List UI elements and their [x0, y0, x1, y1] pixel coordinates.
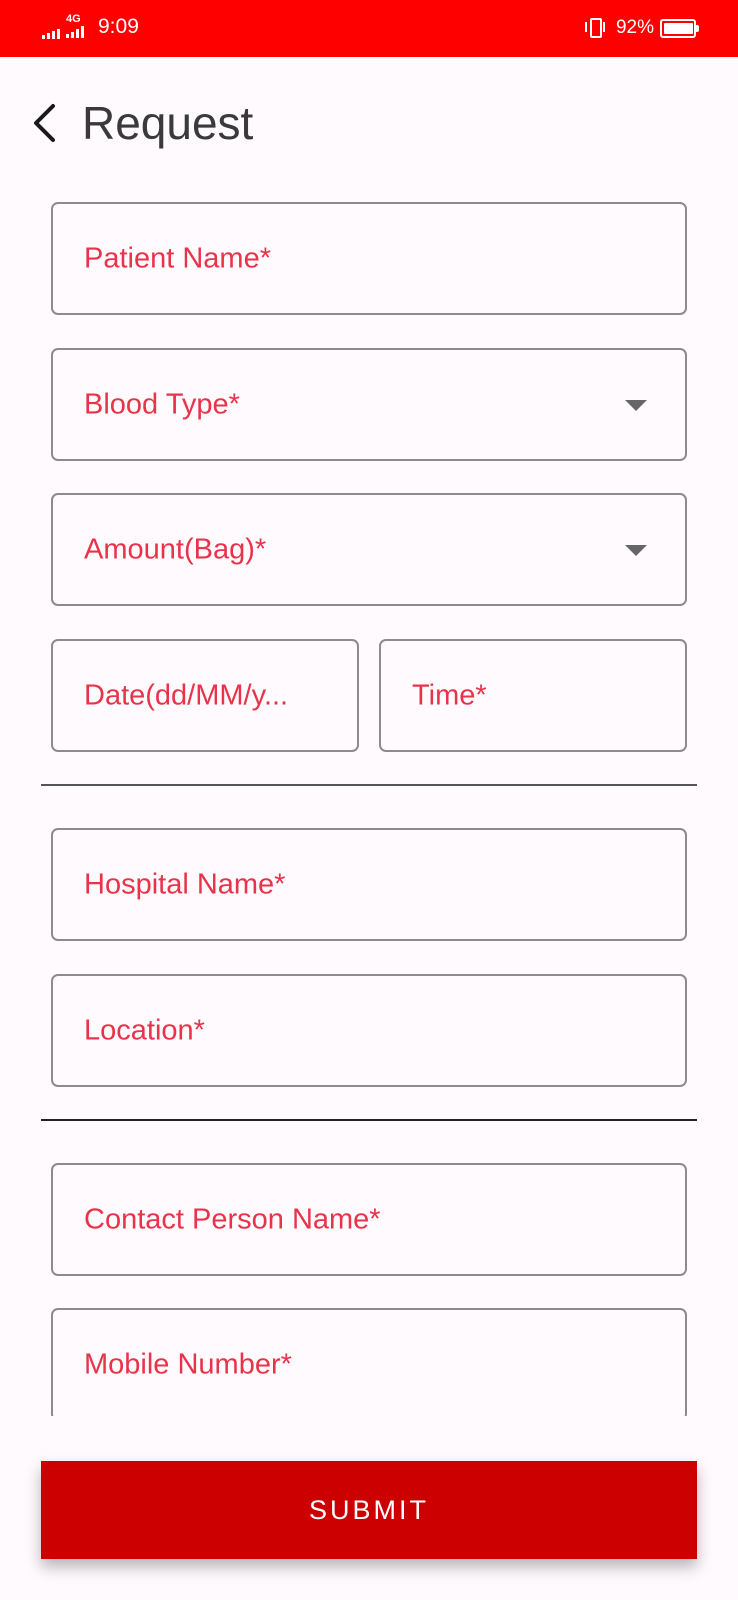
page-title: Request [82, 97, 254, 149]
blood-type-label: Blood Type* [84, 388, 240, 420]
dropdown-arrow-icon [625, 544, 647, 556]
status-bar: 4G 9:09 92% [0, 0, 738, 57]
status-right: 92% [582, 16, 699, 40]
status-left: 4G 9:09 [42, 14, 139, 40]
time-label: Time* [412, 679, 487, 711]
section-divider [41, 1119, 697, 1121]
vibrate-icon [582, 16, 608, 40]
patient-name-label: Patient Name* [84, 242, 271, 274]
battery-percent: 92% [615, 17, 654, 38]
signal-icon [42, 25, 60, 39]
location-field[interactable]: Location* [51, 974, 687, 1087]
battery-icon [660, 18, 699, 38]
patient-name-field[interactable]: Patient Name* [51, 202, 687, 315]
blood-type-select[interactable]: Blood Type* [51, 348, 687, 461]
chevron-left-icon [34, 104, 55, 142]
hospital-name-field[interactable]: Hospital Name* [51, 828, 687, 941]
dropdown-arrow-icon [625, 399, 647, 411]
network-type-label: 4G [66, 13, 81, 25]
location-label: Location* [84, 1014, 205, 1046]
amount-bag-label: Amount(Bag)* [84, 533, 267, 565]
submit-button[interactable]: SUBMIT [41, 1461, 697, 1559]
date-field[interactable]: Date(dd/MM/y... [51, 639, 359, 752]
contact-person-name-label: Contact Person Name* [84, 1203, 381, 1235]
mobile-data-icon: 4G [66, 14, 94, 40]
time-field[interactable]: Time* [379, 639, 687, 752]
status-time: 9:09 [98, 15, 139, 38]
back-button[interactable] [30, 100, 60, 146]
amount-bag-select[interactable]: Amount(Bag)* [51, 493, 687, 606]
hospital-name-label: Hospital Name* [84, 868, 286, 900]
contact-person-name-field[interactable]: Contact Person Name* [51, 1163, 687, 1276]
scroll-clip: Mobile Number* [51, 1308, 688, 1416]
mobile-number-label: Mobile Number* [84, 1348, 292, 1380]
mobile-number-field[interactable]: Mobile Number* [51, 1308, 687, 1416]
date-label: Date(dd/MM/y... [84, 679, 289, 711]
section-divider [41, 784, 697, 786]
